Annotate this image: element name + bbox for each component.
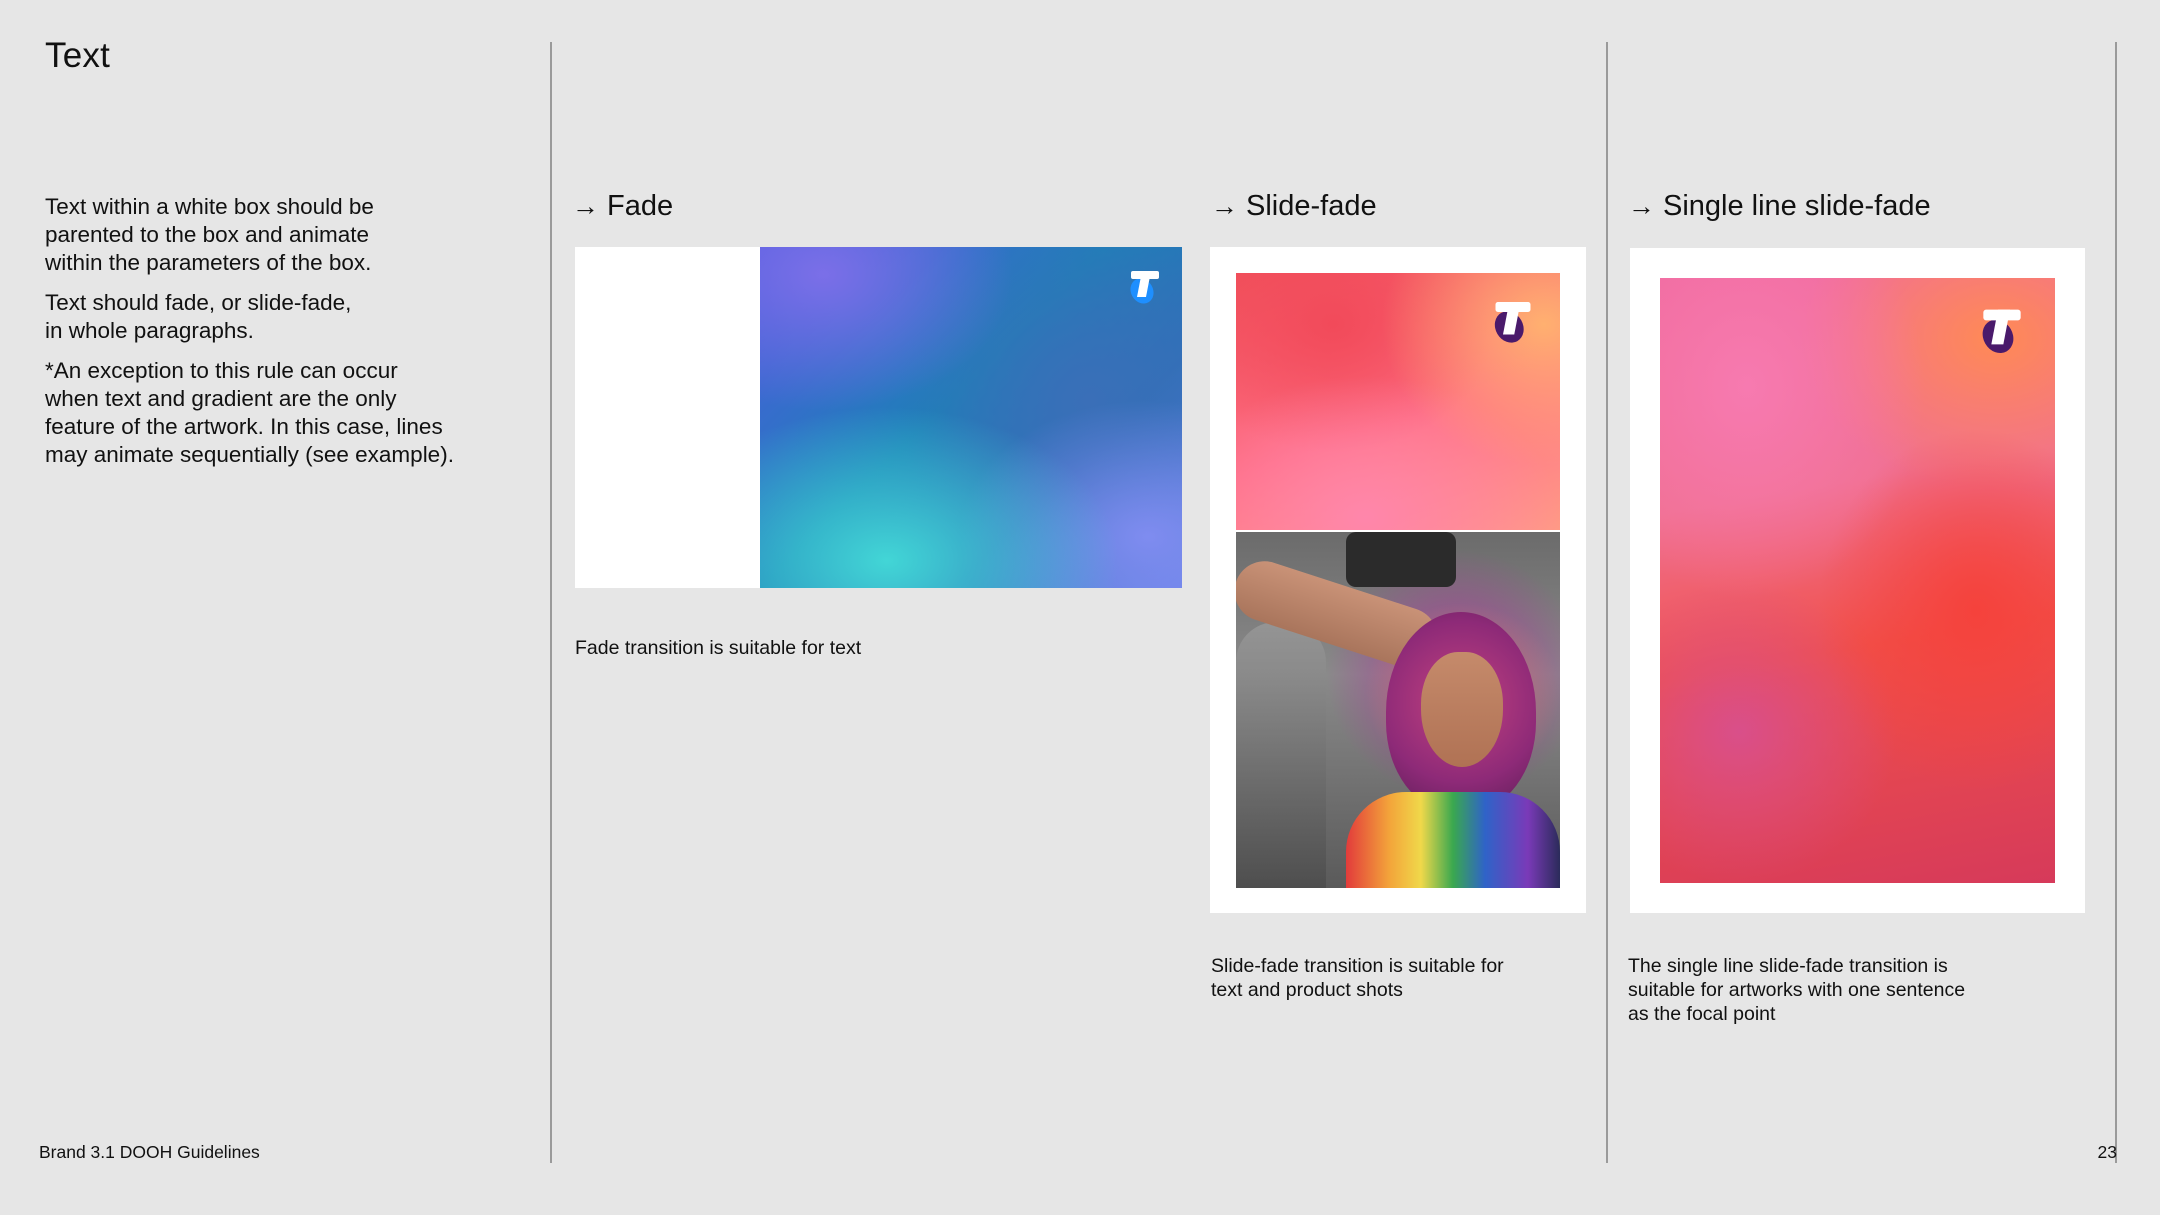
column-divider-1 — [550, 42, 552, 1163]
footer-document-title: Brand 3.1 DOOH Guidelines — [39, 1142, 260, 1162]
fade-example-card — [575, 247, 1182, 588]
page-title: Text — [45, 36, 110, 75]
intro-text: Text within a white box should be parent… — [45, 193, 525, 481]
crowd-figure — [1236, 622, 1326, 888]
arrow-right-icon: → — [1211, 191, 1238, 221]
column-divider-3 — [2115, 42, 2117, 1163]
fade-heading-label: Fade — [607, 190, 674, 222]
pink-gradient-artwork-tall — [1660, 278, 2055, 883]
single-line-slide-fade-heading-label: Single line slide-fade — [1663, 190, 1931, 222]
fade-heading: → Fade — [572, 190, 673, 223]
phone-shape — [1346, 532, 1456, 587]
arrow-right-icon: → — [1628, 191, 1655, 221]
slide-fade-heading: → Slide-fade — [1211, 190, 1377, 223]
single-line-caption: The single line slide-fade transition is… — [1628, 955, 1966, 1025]
face-shape — [1421, 652, 1503, 767]
intro-paragraph-3: *An exception to this rule can occur whe… — [45, 358, 454, 467]
blue-gradient-artwork — [760, 247, 1182, 588]
slide-fade-heading-label: Slide-fade — [1246, 190, 1377, 222]
page-number: 23 — [2097, 1142, 2117, 1162]
arrow-right-icon: → — [572, 191, 599, 221]
intro-paragraph-1: Text within a white box should be parent… — [45, 194, 374, 275]
single-line-slide-fade-heading: → Single line slide-fade — [1628, 190, 1931, 223]
rainbow-shirt — [1346, 792, 1560, 888]
column-divider-2 — [1606, 42, 1608, 1163]
slide-fade-caption: Slide-fade transition is suitable for te… — [1211, 955, 1504, 1001]
intro-paragraph-2: Text should fade, or slide-fade, in whol… — [45, 290, 352, 343]
selfie-photo — [1236, 532, 1560, 888]
telstra-logo-icon — [1978, 304, 2026, 358]
fade-caption: Fade transition is suitable for text — [575, 637, 862, 659]
telstra-logo-icon — [1127, 267, 1163, 307]
telstra-logo-icon — [1490, 297, 1536, 347]
